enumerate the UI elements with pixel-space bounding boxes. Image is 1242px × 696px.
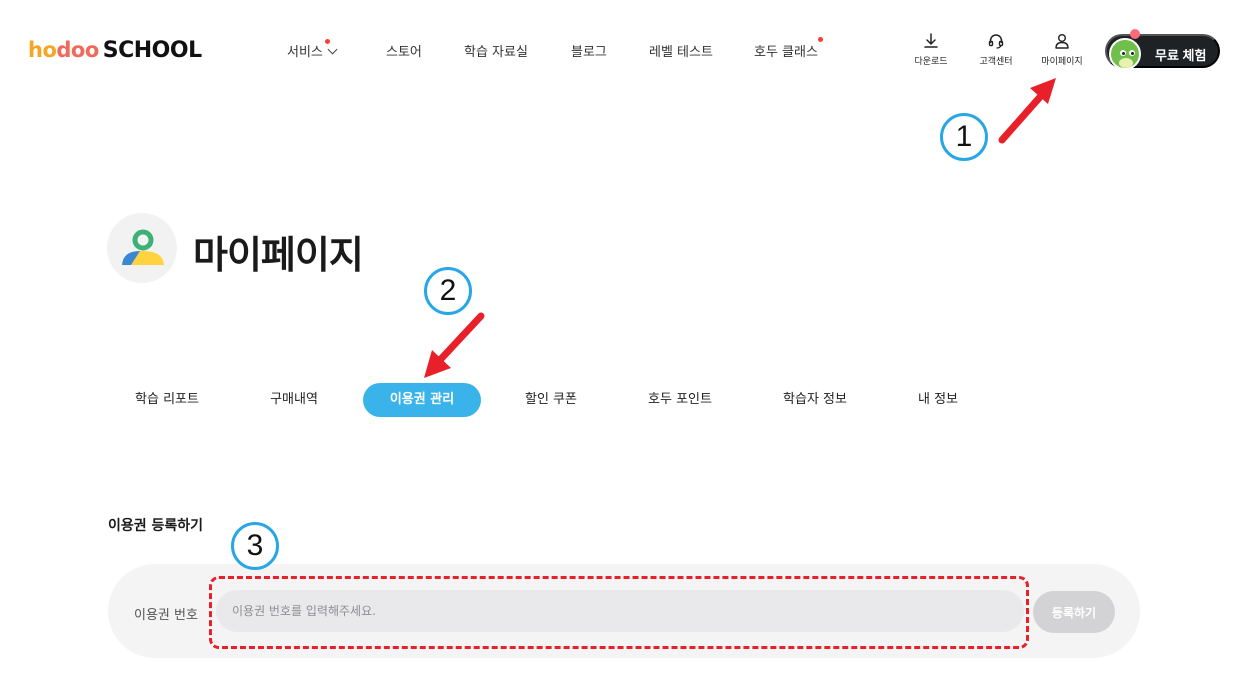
annotation-arrows — [424, 78, 1056, 378]
annotation-step-2: 2 — [424, 267, 472, 315]
annotation-step-3: 3 — [231, 522, 279, 570]
annotation-arrow-1 — [998, 78, 1056, 144]
annotation-arrow-2 — [424, 312, 485, 378]
annotation-step-1: 1 — [940, 113, 988, 161]
